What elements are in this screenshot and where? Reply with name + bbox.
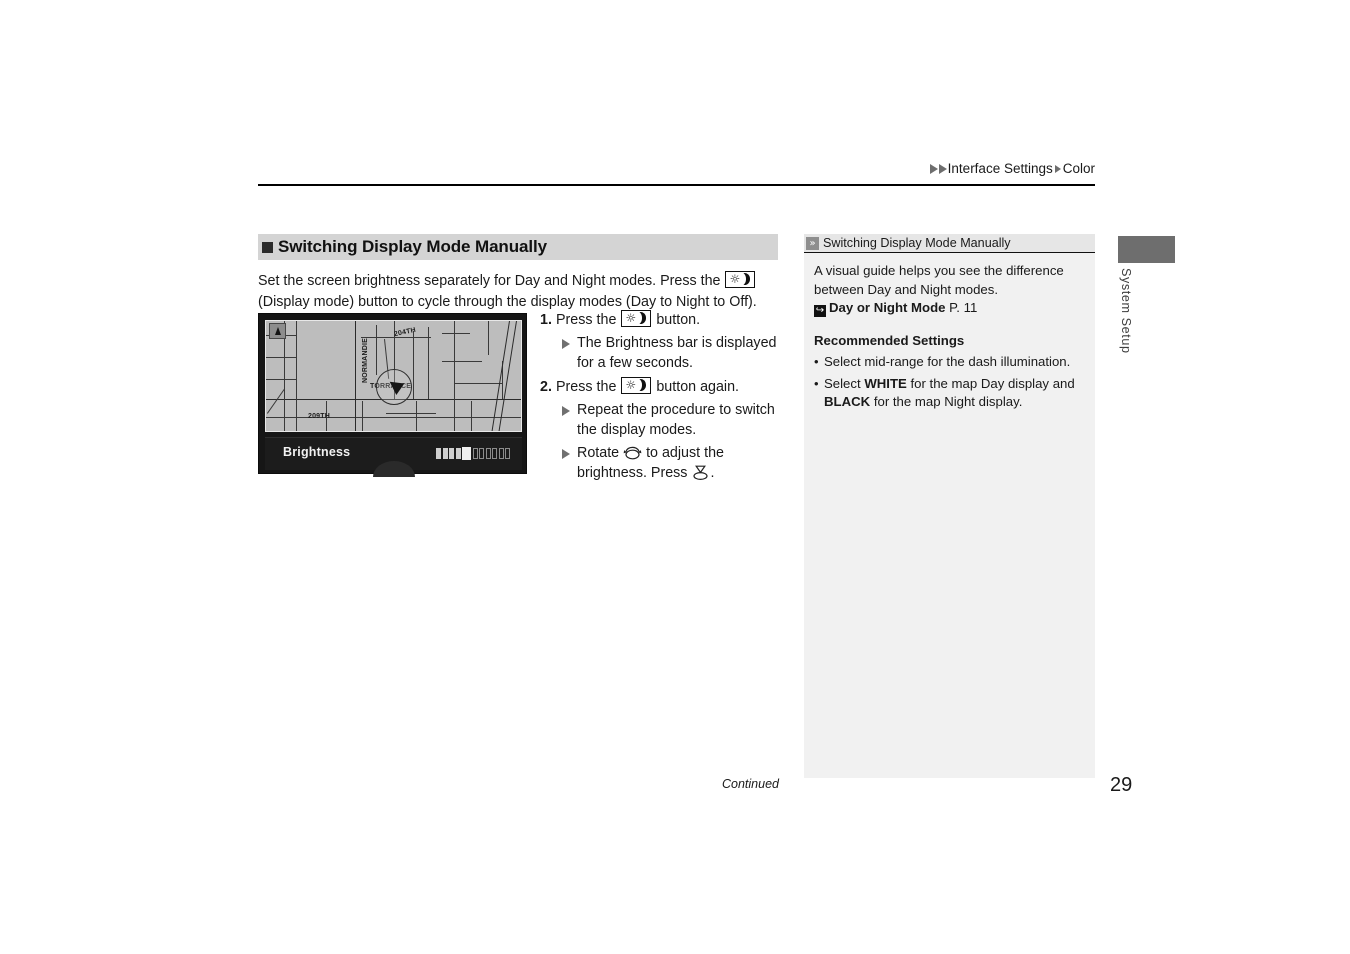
- step-1-text: Press the ☼ button.: [556, 310, 780, 330]
- intro-paragraph: Set the screen brightness separately for…: [258, 271, 758, 313]
- step-2-result: Repeat the procedure to switch the displ…: [562, 400, 780, 440]
- brightness-bar-panel: Brightness: [265, 437, 522, 477]
- page-number: 29: [1110, 774, 1133, 796]
- bullet-2-prefix: Select: [824, 375, 865, 391]
- breadcrumb-arrow-icon: [929, 164, 938, 174]
- bullet-dot-icon: •: [814, 375, 819, 391]
- brightness-segment: [498, 448, 504, 459]
- brightness-segment: [485, 448, 491, 459]
- continued-label: Continued: [722, 777, 779, 791]
- moon-icon: [637, 379, 647, 391]
- step-2-text-before: Press the: [556, 379, 621, 395]
- bullet-2-bold-black: BLACK: [824, 394, 871, 409]
- map-label-normandie: NORMANDIE: [362, 338, 369, 383]
- brightness-segment: [455, 448, 461, 459]
- brightness-segment: [436, 448, 441, 459]
- sidebar-note-header: » Switching Display Mode Manually: [804, 234, 1095, 253]
- recommended-settings-heading: Recommended Settings: [814, 332, 965, 348]
- recommended-bullet-2-text: Select WHITE for the map Day display and…: [824, 375, 1085, 412]
- step-1-result: The Brightness bar is displayed for a fe…: [562, 333, 780, 373]
- brightness-segment: [442, 448, 448, 459]
- brightness-cursor[interactable]: [462, 447, 471, 460]
- step-2-rotate-result: Rotate to adjust the brightness. Press .: [562, 443, 780, 483]
- breadcrumb-child[interactable]: Color: [1063, 161, 1095, 176]
- page-title: Switching Display Mode Manually: [278, 237, 547, 256]
- step-2-result-text: Repeat the procedure to switch the displ…: [577, 402, 775, 438]
- sun-icon: ☼: [625, 377, 637, 392]
- step-2-number: 2.: [540, 379, 552, 395]
- sidebar-note-title: Switching Display Mode Manually: [823, 236, 1011, 250]
- display-mode-button-icon: ☼: [725, 271, 756, 288]
- chapter-tab-block: [1118, 236, 1175, 263]
- sidebar-paragraph: A visual guide helps you see the differe…: [814, 263, 1064, 297]
- square-bullet-icon: [262, 241, 273, 253]
- step-1: 1. Press the ☼ button.: [540, 310, 780, 330]
- moon-icon: [741, 273, 751, 285]
- bullet-dot-icon: •: [814, 354, 819, 369]
- brightness-slider[interactable]: [436, 447, 510, 460]
- map-display: NORMANDIE 204TH 209TH TORRANCE: [265, 320, 522, 432]
- breadcrumb: Interface Settings Color: [258, 158, 1095, 178]
- crossreference-page: P. 11: [945, 300, 978, 315]
- breadcrumb-separator-icon: [1054, 165, 1061, 173]
- rotate-text-before: Rotate: [577, 445, 624, 461]
- brightness-segment: [492, 448, 497, 459]
- crossreference-label: Day or Night Mode: [829, 300, 946, 315]
- instruction-steps: 1. Press the ☼ button. The Brightness ba…: [540, 310, 780, 486]
- header-divider: [258, 184, 1095, 186]
- bullet-2-bold-white: WHITE: [864, 375, 907, 391]
- result-arrow-icon: [562, 449, 570, 459]
- result-arrow-icon: [562, 339, 570, 349]
- display-mode-button-icon-step1: ☼: [621, 310, 652, 327]
- step-1-text-before: Press the: [556, 312, 621, 328]
- step-2-text-after: button again.: [652, 379, 740, 395]
- intro-text-part1: Set the screen brightness separately for…: [258, 273, 725, 289]
- sun-icon: ☼: [729, 271, 741, 286]
- brightness-segment: [479, 448, 484, 459]
- main-content-column: Switching Display Mode Manually Set the …: [258, 234, 778, 313]
- display-mode-button-icon-step2: ☼: [621, 377, 652, 394]
- map-label-209th: 209TH: [308, 413, 331, 420]
- brightness-segment: [449, 448, 454, 459]
- sidebar-note-box: » Switching Display Mode Manually A visu…: [804, 234, 1095, 778]
- crossreference-arrow-icon: ↪: [814, 305, 826, 317]
- recommended-bullet-1: • Select mid-range for the dash illumina…: [814, 353, 1085, 372]
- breadcrumb-arrow-icon-2: [938, 164, 947, 174]
- brightness-segment: [472, 448, 478, 459]
- navigation-screen-figure: NORMANDIE 204TH 209TH TORRANCE Brightnes…: [258, 313, 527, 477]
- double-chevron-icon: »: [806, 236, 819, 250]
- section-title-bar: Switching Display Mode Manually: [258, 234, 778, 260]
- result-arrow-icon: [562, 406, 570, 416]
- sidebar-crossreference[interactable]: ↪ Day or Night Mode P. 11: [814, 299, 1085, 318]
- step-2: 2. Press the ☼ button again.: [540, 377, 780, 397]
- intro-text-part2: (Display mode) button to cycle through t…: [258, 294, 757, 310]
- sidebar-note-body: A visual guide helps you see the differe…: [804, 253, 1095, 412]
- bullet-2-mid: for the map Day display and: [906, 375, 1075, 391]
- recommended-bullet-2: • Select WHITE for the map Day display a…: [814, 375, 1085, 412]
- recommended-bullet-1-text: Select mid-range for the dash illuminati…: [824, 354, 1071, 369]
- step-1-number: 1.: [540, 312, 552, 328]
- rotate-knob-icon: [623, 445, 642, 460]
- step-1-result-text: The Brightness bar is displayed for a fe…: [577, 335, 777, 371]
- step-1-text-after: button.: [652, 312, 701, 328]
- brightness-segment: [505, 448, 510, 459]
- sun-icon: ☼: [625, 310, 637, 325]
- brightness-label: Brightness: [283, 445, 351, 459]
- press-knob-icon: [691, 465, 710, 480]
- rotate-text-after: .: [710, 465, 715, 481]
- breadcrumb-parent[interactable]: Interface Settings: [948, 161, 1053, 176]
- step-2-text: Press the ☼ button again.: [556, 377, 780, 397]
- moon-icon: [637, 312, 647, 324]
- knob-bezel: [372, 461, 415, 477]
- rotate-instruction-text: Rotate to adjust the brightness. Press .: [577, 443, 780, 483]
- chapter-tab-label: System Setup: [1119, 268, 1133, 354]
- bullet-2-suffix: for the map Night display.: [870, 394, 1023, 409]
- compass-north-icon[interactable]: [269, 323, 286, 339]
